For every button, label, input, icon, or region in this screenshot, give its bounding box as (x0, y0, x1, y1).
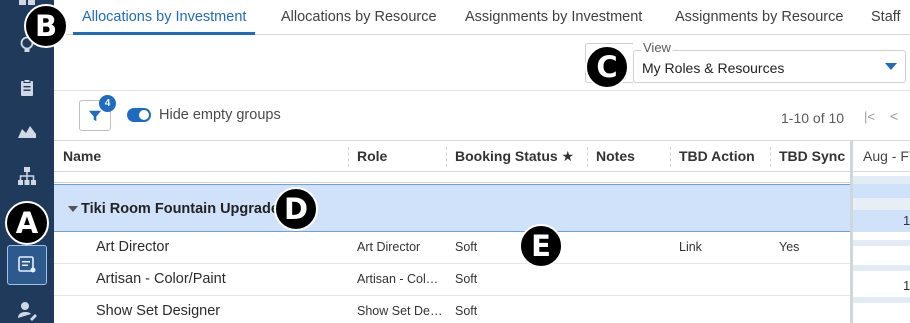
group-row[interactable]: Tiki Room Fountain Upgrade (54, 184, 850, 232)
group-title: Tiki Room Fountain Upgrade (81, 201, 279, 217)
view-selector-row: View My Roles & Resources (54, 35, 910, 91)
column-header-tbd-action[interactable]: TBD Action (670, 141, 755, 173)
pagination-text: 1-10 of 10 (781, 110, 845, 126)
tab-allocations-by-resource[interactable]: Allocations by Resource (281, 0, 437, 35)
column-header-booking-status[interactable]: Booking Status ★ (446, 141, 574, 173)
annotation-badge-d: D (274, 187, 318, 231)
tab-assignments-by-resource[interactable]: Assignments by Resource (675, 0, 843, 35)
staffing-icon[interactable] (0, 245, 54, 285)
annotation-badge-a: A (5, 201, 49, 245)
row-name: Show Set Designer (96, 303, 221, 319)
annotation-badge-b: B (24, 4, 68, 48)
row-booking-status: Soft (455, 240, 478, 254)
clipboard-icon[interactable] (0, 68, 54, 108)
table-row[interactable]: Art Director Art Director Soft Link Yes (54, 232, 850, 264)
tab-staff[interactable]: Staff (871, 0, 901, 35)
column-header-notes[interactable]: Notes (587, 141, 635, 173)
filter-icon (88, 110, 102, 121)
row-tbd-action: Link (679, 240, 702, 254)
row-role: Artisan - Col… (357, 272, 439, 286)
row-name: Artisan - Color/Paint (96, 271, 226, 287)
hide-empty-groups-label: Hide empty groups (159, 107, 281, 123)
column-header-role[interactable]: Role (348, 141, 387, 173)
row-role: Show Set De… (357, 304, 443, 318)
caret-down-icon[interactable] (885, 63, 897, 70)
grid-toolbar: 4 Hide empty groups 1-10 of 10 |< < (54, 92, 910, 140)
timeline-value[interactable]: 1 (903, 213, 910, 228)
org-chart-icon[interactable] (0, 156, 54, 196)
timeline-bar (853, 265, 910, 271)
table-row[interactable]: Artisan - Color/Paint Artisan - Col… Sof… (54, 264, 850, 296)
timeline-bar (853, 176, 910, 184)
row-role: Art Director (357, 240, 421, 254)
timeline-bar (853, 297, 910, 303)
annotation-badge-e: E (519, 224, 563, 268)
user-edit-icon[interactable] (0, 290, 54, 323)
row-name: Art Director (96, 239, 170, 255)
view-label: View (641, 40, 673, 55)
timeline-bar (853, 198, 910, 210)
view-selected-value[interactable]: My Roles & Resources (642, 60, 784, 76)
left-nav-rail (0, 0, 54, 323)
first-page-icon[interactable]: |< (864, 109, 875, 124)
timeline-bar (853, 240, 910, 246)
tab-assignments-by-investment[interactable]: Assignments by Investment (465, 0, 642, 35)
annotation-badge-c: C (585, 45, 629, 89)
tab-allocations-by-investment[interactable]: Allocations by Investment (73, 0, 256, 35)
hide-empty-groups-toggle[interactable] (127, 108, 151, 122)
timeline-column: 1 1 (853, 140, 910, 323)
collapse-caret-icon[interactable] (68, 206, 78, 212)
table-row[interactable]: Show Set Designer Show Set De… Soft (54, 296, 850, 323)
header-subrow (54, 173, 850, 183)
column-header-name[interactable]: Name (54, 141, 101, 173)
timeline-value[interactable]: 1 (903, 278, 910, 293)
previous-page-icon[interactable]: < (890, 108, 898, 124)
tab-bar: Allocations by Investment Allocations by… (54, 0, 910, 35)
row-booking-status: Soft (455, 304, 478, 318)
filter-count-badge: 4 (99, 95, 116, 112)
grid-header: Name Role Booking Status ★ Notes TBD Act… (54, 140, 910, 172)
row-booking-status: Soft (455, 272, 478, 286)
row-tbd-sync: Yes (779, 240, 800, 254)
area-chart-icon[interactable] (0, 111, 54, 151)
toggle-knob (139, 110, 149, 120)
column-header-tbd-sync[interactable]: TBD Sync (770, 141, 845, 173)
